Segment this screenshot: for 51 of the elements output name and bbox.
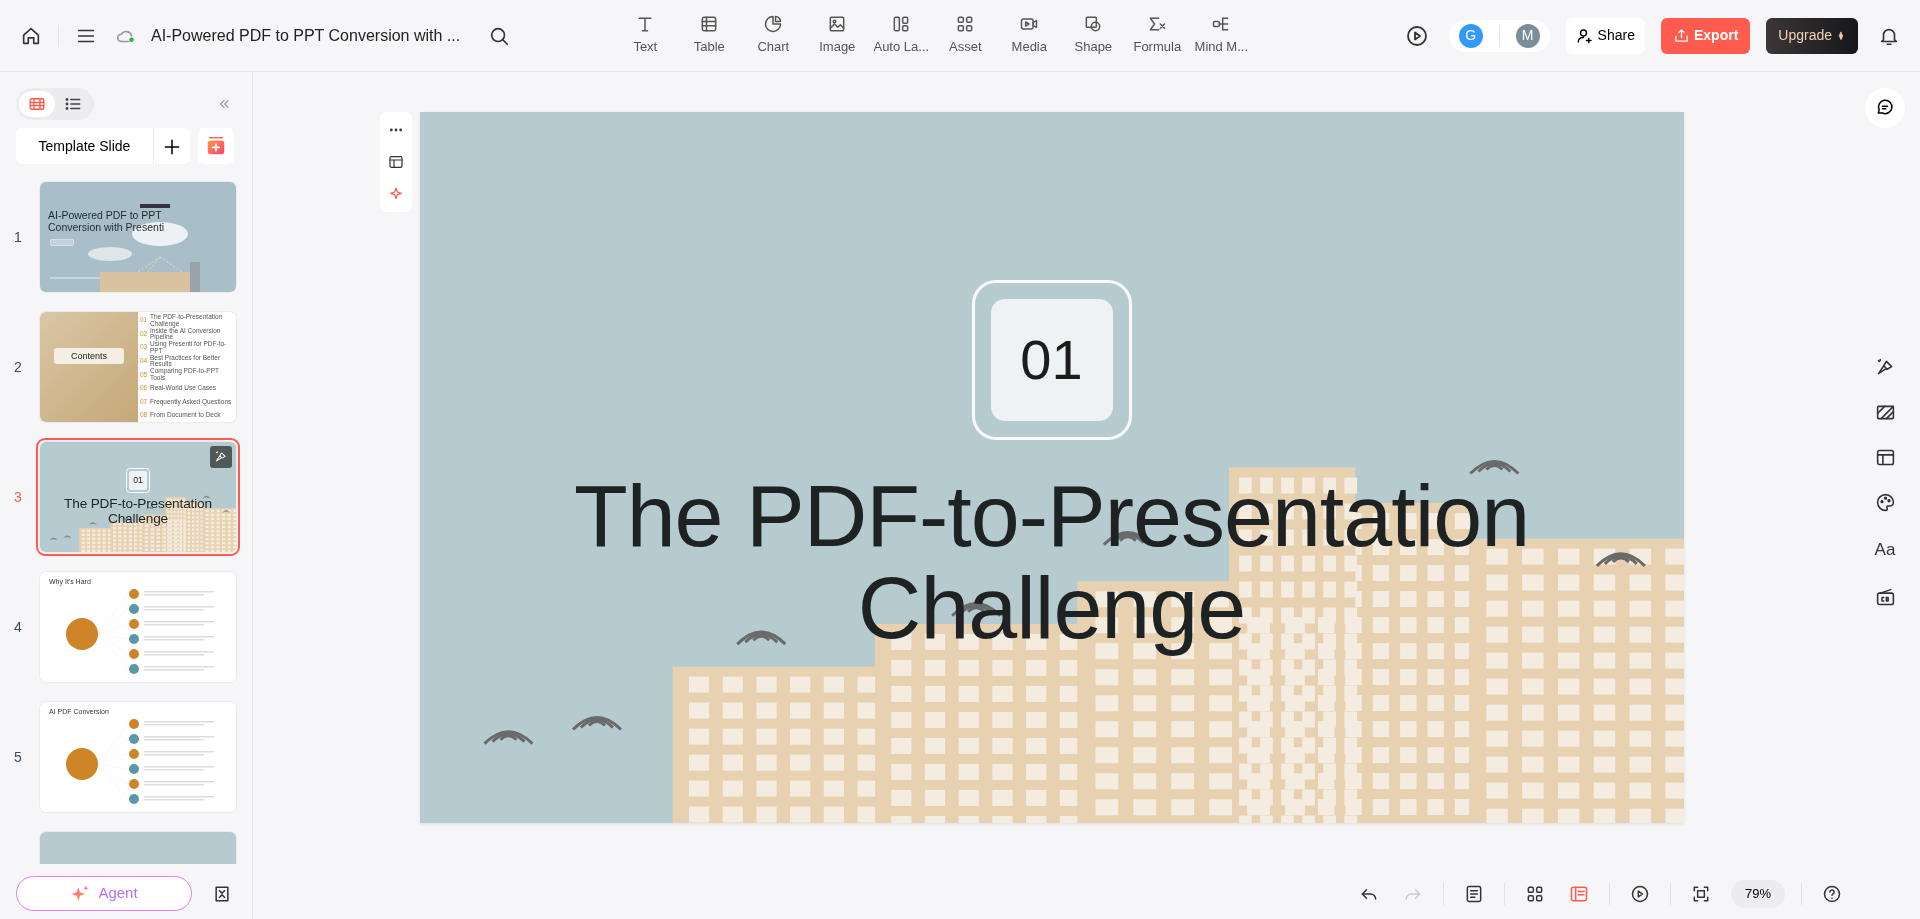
upload-icon xyxy=(1672,27,1690,44)
insert-tool[interactable]: Shape xyxy=(1061,14,1126,57)
share-button[interactable]: Share xyxy=(1565,17,1645,54)
ai-slide-button[interactable] xyxy=(198,128,234,164)
insert-tool[interactable]: Mind M... xyxy=(1189,14,1254,57)
pie-chart-icon xyxy=(763,14,784,35)
slide-title: The PDF-to-Presentation Challenge xyxy=(572,470,1531,655)
palette-icon xyxy=(1874,492,1896,513)
filmstrip-icon xyxy=(28,95,46,113)
slide-view-icon xyxy=(1568,884,1589,904)
slide-thumbnail[interactable]: 01 The PDF-to-Presentation Challenge xyxy=(40,442,236,552)
insert-tool[interactable]: Text xyxy=(613,14,678,57)
slide-title: AI-Powered PDF to PPT Conversion with Presenti xyxy=(47,208,166,234)
radio-icon xyxy=(1874,586,1896,608)
slide-thumbnail[interactable]: AI-Powered PDF to PPT Conversion with Presenti xyxy=(40,182,236,292)
user-plus-icon xyxy=(1575,26,1594,45)
comments-button[interactable] xyxy=(1865,88,1905,128)
insert-tool[interactable]: Auto La... xyxy=(869,14,934,57)
section-number: 01 xyxy=(128,471,148,490)
help-icon xyxy=(1822,884,1842,904)
slide-number: 1 xyxy=(13,227,23,247)
play-icon xyxy=(1629,884,1650,904)
insert-tool[interactable]: Chart xyxy=(741,14,806,57)
slide-title: The PDF-to-Presentation Challenge xyxy=(63,497,213,527)
list-icon xyxy=(64,95,82,113)
zoom-level[interactable]: 79% xyxy=(1730,880,1785,908)
layout-icon xyxy=(1874,447,1896,468)
slide-number: 2 xyxy=(13,357,23,377)
contents-title: Contents xyxy=(54,348,124,364)
section-number: 01 xyxy=(990,299,1113,421)
sparkle-icon xyxy=(387,186,404,202)
insert-tool[interactable]: Media xyxy=(997,14,1062,57)
slide-number: 4 xyxy=(13,617,23,637)
play-icon xyxy=(1404,23,1429,48)
template-slide-button[interactable]: Template Slide xyxy=(16,128,154,164)
font-button[interactable]: Aa xyxy=(1870,533,1900,567)
insert-tool[interactable]: Table xyxy=(677,14,742,57)
document-title: AI-Powered PDF to PPT Conversion with ... xyxy=(151,25,461,46)
slide-thumbnail[interactable] xyxy=(40,312,236,422)
slide-number: 3 xyxy=(13,487,23,507)
tag-shape xyxy=(50,239,74,247)
sparkle-broom-icon xyxy=(214,450,228,464)
insert-tool[interactable]: Asset xyxy=(933,14,998,57)
layout-icon xyxy=(387,154,404,170)
upgrade-button[interactable]: Upgrade xyxy=(1766,17,1858,54)
ai-action-button[interactable] xyxy=(210,446,232,468)
sparkle-card-icon xyxy=(205,135,227,157)
slide-number: 5 xyxy=(13,747,23,767)
insert-tool[interactable]: Image xyxy=(805,14,870,57)
template-slide-control[interactable]: Template Slide xyxy=(16,128,190,164)
insert-tool[interactable]: Formula xyxy=(1125,14,1190,57)
